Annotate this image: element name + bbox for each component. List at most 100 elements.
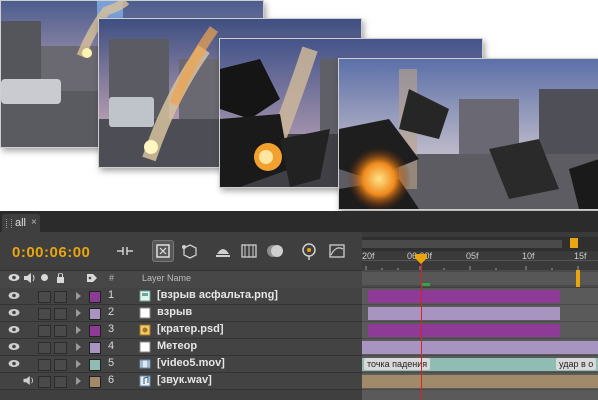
work-area-bar[interactable] <box>362 270 598 287</box>
track-row[interactable] <box>362 322 598 339</box>
label-color-chip[interactable] <box>89 291 101 303</box>
layer-number: 6 <box>108 374 115 386</box>
layer-name[interactable]: Метеор <box>157 340 197 352</box>
lock-toggle[interactable] <box>54 325 67 337</box>
ruler-tick-label: 10f <box>522 251 535 261</box>
draft-3d-icon[interactable] <box>178 240 200 262</box>
layer-number: 5 <box>108 357 115 369</box>
layer-name-column-header[interactable]: Layer Name <box>142 273 191 283</box>
graph-editor-button[interactable] <box>326 240 348 262</box>
layer-name[interactable]: [video5.mov] <box>157 357 225 369</box>
video-eye-icon[interactable] <box>8 342 20 351</box>
panel-tab-bar: all × <box>0 211 598 232</box>
track-row[interactable]: точка падения удар в о <box>362 356 598 373</box>
lock-toggle[interactable] <box>54 376 67 388</box>
tab-label: all <box>15 217 27 229</box>
frame-blending-button[interactable] <box>238 240 260 262</box>
playhead-handle-icon[interactable] <box>415 254 427 264</box>
layer-name[interactable]: [взрыв асфальта.png] <box>157 289 278 301</box>
track-row[interactable] <box>362 288 598 305</box>
timeline-track-area[interactable]: точка падения удар в о <box>362 288 598 400</box>
layer-row[interactable]: 4 Метеор <box>0 339 362 356</box>
layer-row[interactable]: 3 [кратер.psd] <box>0 322 362 339</box>
label-tag-icon[interactable] <box>86 273 98 285</box>
layer-row[interactable]: 6 [звук.wav] <box>0 373 362 390</box>
solo-toggle[interactable] <box>38 359 51 371</box>
ruler-tick-label: 05f <box>466 251 479 261</box>
hide-shy-layers-button[interactable] <box>212 240 234 262</box>
lock-switch-icon[interactable] <box>56 272 65 285</box>
layer-number: 2 <box>108 306 115 318</box>
expand-arrow-icon[interactable] <box>76 309 81 317</box>
solo-toggle[interactable] <box>38 376 51 388</box>
solo-toggle[interactable] <box>38 291 51 303</box>
layer-duration-bar[interactable] <box>362 341 598 354</box>
layer-name[interactable]: [кратер.psd] <box>157 323 224 335</box>
expand-arrow-icon[interactable] <box>76 360 81 368</box>
solid-white-icon <box>139 307 151 319</box>
layer-row[interactable]: 1 [взрыв асфальта.png] <box>0 288 362 305</box>
audio-switch-icon[interactable] <box>23 273 35 285</box>
number-column-header: # <box>109 273 115 283</box>
video-eye-icon[interactable] <box>8 325 20 334</box>
label-color-chip[interactable] <box>89 308 101 320</box>
track-row[interactable] <box>362 305 598 322</box>
audio-speaker-icon[interactable] <box>22 376 34 385</box>
layer-number: 3 <box>108 323 115 335</box>
layer-number: 1 <box>108 289 115 301</box>
audio-file-icon <box>139 375 151 387</box>
video-file-icon <box>139 359 151 369</box>
lock-toggle[interactable] <box>54 308 67 320</box>
preview-frame-4 <box>338 58 598 210</box>
layer-name[interactable]: [звук.wav] <box>157 374 212 386</box>
expand-arrow-icon[interactable] <box>76 377 81 385</box>
expand-arrow-icon[interactable] <box>76 343 81 351</box>
tab-grip-icon[interactable] <box>6 219 12 228</box>
time-ruler[interactable] <box>362 232 598 270</box>
current-time-display[interactable]: 0:00:06:00 <box>12 244 90 261</box>
layer-row[interactable]: 2 взрыв <box>0 305 362 322</box>
brainstorm-button[interactable] <box>298 240 320 262</box>
layer-duration-bar[interactable] <box>368 307 560 320</box>
motion-blur-button[interactable] <box>264 240 286 262</box>
layer-row[interactable]: 5 [video5.mov] <box>0 356 362 373</box>
current-time-indicator[interactable] <box>421 257 422 400</box>
time-navigator[interactable] <box>362 232 598 270</box>
expand-arrow-icon[interactable] <box>76 326 81 334</box>
track-row[interactable] <box>362 373 598 390</box>
label-color-chip[interactable] <box>89 325 101 337</box>
solo-switch-icon[interactable] <box>40 273 49 284</box>
solo-toggle[interactable] <box>38 325 51 337</box>
layer-number: 4 <box>108 340 115 352</box>
video-eye-icon[interactable] <box>8 359 20 368</box>
layer-duration-bar[interactable] <box>368 290 560 303</box>
solid-white-icon <box>139 341 151 353</box>
video-eye-icon[interactable] <box>8 291 20 300</box>
lock-toggle[interactable] <box>54 342 67 354</box>
layer-duration-bar[interactable] <box>362 375 598 388</box>
timeline-panel: all × 0:00:06:00 # Layer Name 1 [взрыв а… <box>0 211 598 400</box>
video-switch-icon[interactable] <box>8 273 20 284</box>
expand-arrow-icon[interactable] <box>76 292 81 300</box>
tab-all[interactable]: all × <box>2 214 40 232</box>
label-color-chip[interactable] <box>89 359 101 371</box>
lock-toggle[interactable] <box>54 359 67 371</box>
composition-mini-flowchart-button[interactable] <box>114 240 136 262</box>
street-scene-image <box>339 59 598 209</box>
video-eye-icon[interactable] <box>8 308 20 317</box>
live-update-button[interactable] <box>152 240 174 262</box>
layer-duration-bar[interactable] <box>368 324 560 337</box>
layer-name[interactable]: взрыв <box>157 306 192 318</box>
lock-toggle[interactable] <box>54 291 67 303</box>
ruler-tick-label: 20f <box>362 251 375 261</box>
layer-marker[interactable]: удар в о <box>556 358 597 370</box>
image-sequence-icon <box>139 290 151 302</box>
solo-toggle[interactable] <box>38 342 51 354</box>
layer-column-header: # Layer Name <box>0 270 362 289</box>
tab-close-icon[interactable]: × <box>31 214 37 232</box>
ruler-tick-label: 15f <box>574 251 587 261</box>
label-color-chip[interactable] <box>89 376 101 388</box>
solo-toggle[interactable] <box>38 308 51 320</box>
label-color-chip[interactable] <box>89 342 101 354</box>
track-row[interactable] <box>362 339 598 356</box>
